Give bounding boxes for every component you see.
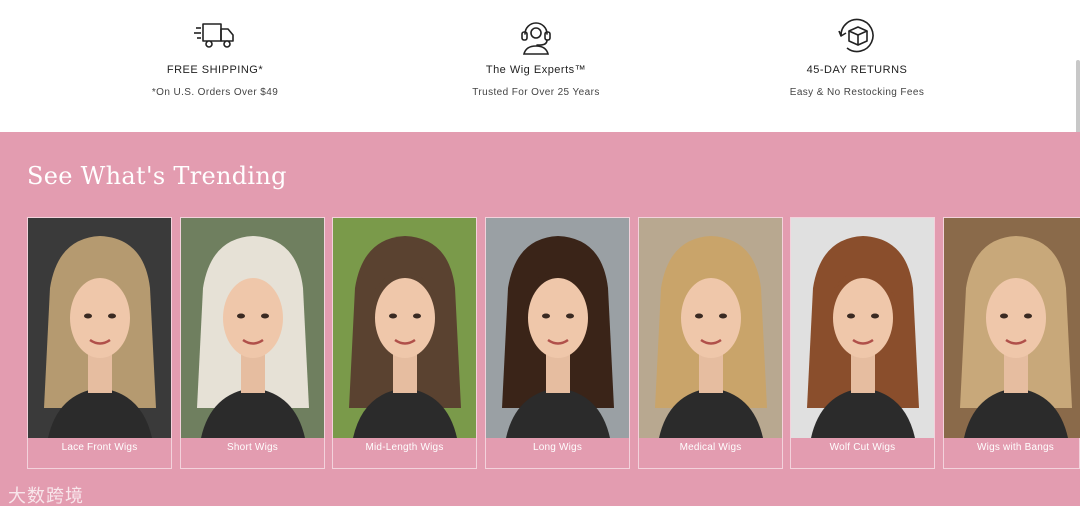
benefit-title: 45-DAY RETURNS [806, 64, 908, 76]
category-label[interactable]: Lace Front Wigs [28, 442, 171, 453]
category-photo[interactable] [791, 218, 934, 438]
category-label[interactable]: Long Wigs [486, 442, 629, 453]
portrait-image[interactable] [791, 218, 934, 438]
benefit-returns: 45-DAY RETURNS Easy & No Restocking Fees [717, 14, 997, 98]
benefits-bar: FREE SHIPPING* *On U.S. Orders Over $49 … [0, 0, 1080, 132]
portrait-image[interactable] [486, 218, 629, 438]
page-scrollbar[interactable] [1076, 60, 1080, 140]
portrait-image[interactable] [333, 218, 476, 438]
watermark-text: 大数跨境 [8, 486, 84, 507]
category-photo[interactable] [639, 218, 782, 438]
category-card-short[interactable]: Short Wigs [180, 217, 325, 469]
truck-icon [194, 23, 234, 48]
category-label[interactable]: Short Wigs [181, 442, 324, 453]
category-label[interactable]: Wolf Cut Wigs [791, 442, 934, 453]
category-card-wolf-cut[interactable]: Wolf Cut Wigs [790, 217, 935, 469]
category-label[interactable]: Mid-Length Wigs [333, 442, 476, 453]
benefit-subtitle: Trusted For Over 25 Years [472, 87, 600, 98]
trending-section: See What's Trending Lace Front Wigs Shor… [0, 132, 1080, 506]
portrait-image[interactable] [28, 218, 171, 438]
category-label[interactable]: Wigs with Bangs [944, 442, 1080, 453]
category-photo[interactable] [181, 218, 324, 438]
benefit-free-shipping: FREE SHIPPING* *On U.S. Orders Over $49 [75, 14, 355, 98]
portrait-image[interactable] [944, 218, 1080, 438]
portrait-image[interactable] [181, 218, 324, 438]
portrait-image[interactable] [639, 218, 782, 438]
section-heading: See What's Trending [27, 162, 287, 190]
category-card-medical[interactable]: Medical Wigs [638, 217, 783, 469]
box-return-icon [838, 18, 874, 53]
category-card-long[interactable]: Long Wigs [485, 217, 630, 469]
category-photo[interactable] [333, 218, 476, 438]
category-card-mid-length[interactable]: Mid-Length Wigs [332, 217, 477, 469]
category-photo[interactable] [28, 218, 171, 438]
category-card-bangs[interactable]: Wigs with Bangs [943, 217, 1080, 469]
benefit-title: FREE SHIPPING* [166, 64, 264, 76]
category-label[interactable]: Medical Wigs [639, 442, 782, 453]
watermark-logo: 大数跨境 [8, 482, 84, 508]
footer-strip [0, 506, 1080, 514]
benefit-wig-experts: The Wig Experts™ Trusted For Over 25 Yea… [396, 14, 676, 98]
category-card-lace-front[interactable]: Lace Front Wigs [27, 217, 172, 469]
category-photo[interactable] [486, 218, 629, 438]
benefit-subtitle: *On U.S. Orders Over $49 [151, 87, 279, 98]
headset-icon [521, 22, 551, 55]
category-photo[interactable] [944, 218, 1080, 438]
benefit-title: The Wig Experts™ [485, 64, 587, 76]
benefit-subtitle: Easy & No Restocking Fees [789, 87, 925, 98]
